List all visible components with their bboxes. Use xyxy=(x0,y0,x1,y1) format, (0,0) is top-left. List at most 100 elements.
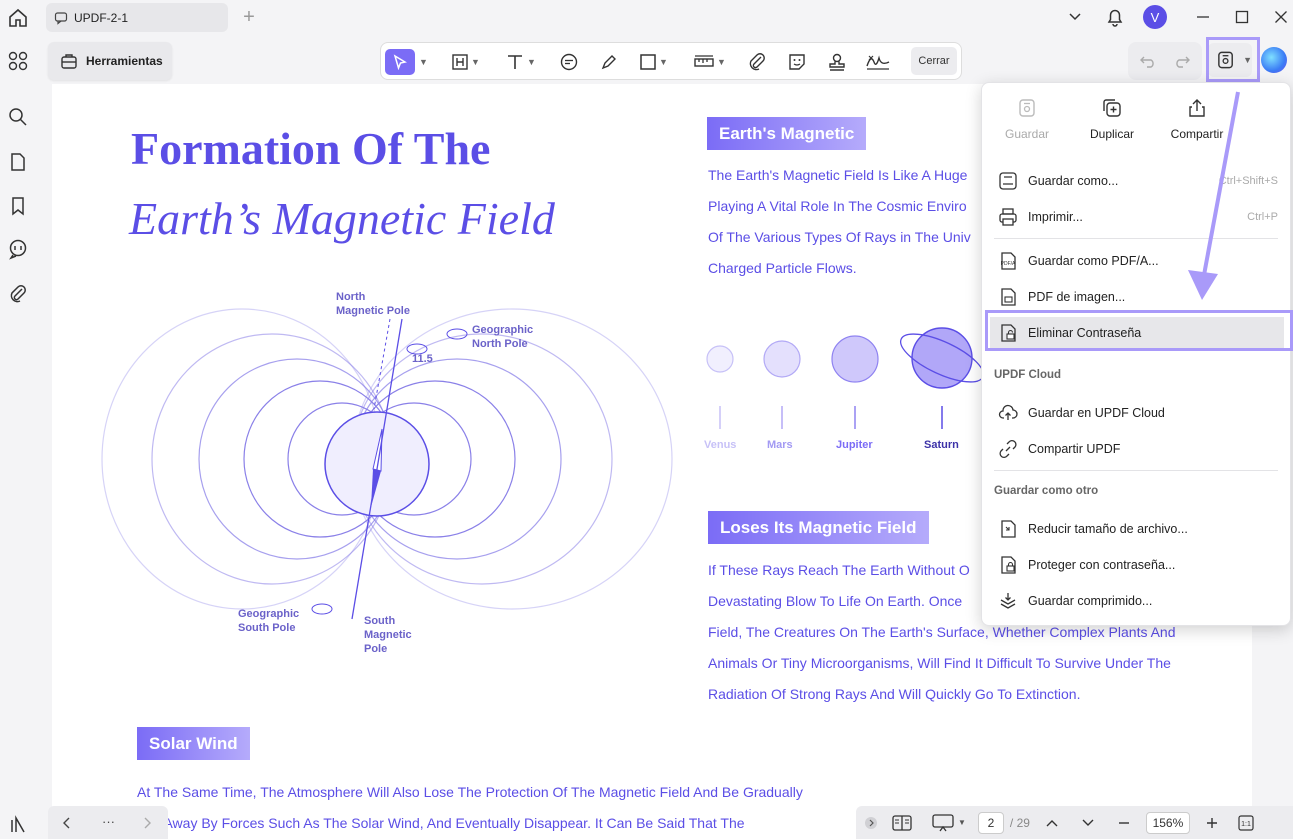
left-sidebar xyxy=(0,38,38,839)
new-tab-button[interactable]: + xyxy=(238,6,260,28)
ruler-icon xyxy=(694,55,714,67)
close-toolbar-button[interactable]: Cerrar xyxy=(911,47,957,75)
annotation-toolbar: ▼ ▼ ▼ ▼ ▼ Cerrar xyxy=(380,42,962,80)
text-tool[interactable]: ▼ xyxy=(505,49,536,75)
tools-label: Herramientas xyxy=(86,54,163,68)
pen-icon xyxy=(601,55,616,70)
tools-button[interactable]: Herramientas xyxy=(48,42,172,80)
signature-tool[interactable] xyxy=(865,49,891,75)
geographic-south-pole-label: Geographic South Pole xyxy=(238,607,299,635)
home-icon[interactable] xyxy=(6,6,30,30)
diagram-label-line: Geographic xyxy=(238,608,300,620)
menu-save-cloud[interactable]: Guardar en UPDF Cloud xyxy=(990,397,1284,429)
chevron-left-icon[interactable] xyxy=(62,817,72,829)
image-pdf-icon xyxy=(1001,288,1016,306)
section-paragraph: The Earth's Magnetic Field Is Like A Hug… xyxy=(708,160,971,284)
chevron-down-icon[interactable]: ▼ xyxy=(958,818,966,827)
page-layout-icon[interactable] xyxy=(892,814,912,831)
diagram-label-line: Geographic xyxy=(472,324,534,336)
diagram-label-line: Magnetic Pole xyxy=(336,305,410,317)
maximize-icon[interactable] xyxy=(1229,4,1255,30)
shape-tool[interactable]: ▼ xyxy=(639,49,668,75)
measure-tool[interactable]: ▼ xyxy=(693,49,726,75)
page-controls: ▼ 2 / 29 156% 1:1 xyxy=(856,806,1293,839)
select-tool[interactable] xyxy=(385,49,415,75)
attachment-icon[interactable] xyxy=(7,283,29,305)
link-icon xyxy=(999,439,1017,459)
menu-divider xyxy=(994,470,1278,471)
document-tab[interactable]: UPDF-2-1 xyxy=(46,3,228,32)
menu-item-label: Guardar como... xyxy=(1028,174,1119,188)
menu-duplicate-button[interactable]: Duplicar xyxy=(1072,97,1152,141)
menu-item-label: Guardar como PDF/A... xyxy=(1028,254,1159,268)
chevron-down-icon[interactable] xyxy=(1082,818,1094,828)
page-total: / 29 xyxy=(1009,815,1030,830)
collapse-icon[interactable] xyxy=(864,816,878,830)
textbox-tool[interactable]: ▼ xyxy=(451,49,480,75)
undo-icon[interactable] xyxy=(1140,54,1156,68)
page-number-input[interactable]: 2 xyxy=(977,811,1004,834)
page-icon[interactable] xyxy=(7,151,29,173)
sticker-tool[interactable] xyxy=(787,49,807,75)
undo-redo-group xyxy=(1128,42,1202,80)
geographic-north-pole-label: Geographic North Pole xyxy=(472,323,533,351)
stamp-tool[interactable] xyxy=(827,49,847,75)
menu-reduce-size[interactable]: Reducir tamaño de archivo... xyxy=(990,513,1284,545)
menu-item-label: Proteger con contraseña... xyxy=(1028,558,1176,572)
lock-file-icon xyxy=(1001,556,1016,574)
svg-text:PDF/A: PDF/A xyxy=(1001,261,1016,267)
comments-icon[interactable] xyxy=(7,238,29,260)
paperclip-icon xyxy=(749,53,765,71)
tab-title: UPDF-2-1 xyxy=(74,10,129,25)
zoom-in-icon[interactable] xyxy=(1206,817,1218,829)
chevron-down-icon[interactable] xyxy=(1062,4,1088,30)
comment-tool[interactable] xyxy=(559,49,579,75)
fit-actual-size-icon[interactable]: 1:1 xyxy=(1238,814,1254,831)
save-as-icon xyxy=(999,172,1017,190)
zoom-out-icon[interactable] xyxy=(1118,817,1130,829)
document-title: Formation Of The xyxy=(131,123,491,174)
layers-icon[interactable] xyxy=(7,814,29,836)
text-line: Charged Particle Flows. xyxy=(708,260,857,276)
more-pages-button[interactable]: ··· xyxy=(102,814,115,829)
diagram-label-line: Pole xyxy=(364,643,388,655)
bell-icon[interactable] xyxy=(1102,4,1128,30)
user-avatar-button[interactable]: V xyxy=(1142,4,1168,30)
stamp-icon xyxy=(829,53,845,71)
toolbox-icon xyxy=(61,54,77,69)
planet-label: Venus xyxy=(704,439,737,451)
bookmark-icon[interactable] xyxy=(7,195,29,217)
zoom-level[interactable]: 156% xyxy=(1145,811,1190,834)
menu-item-label: Guardar en UPDF Cloud xyxy=(1028,406,1165,420)
printer-icon xyxy=(999,208,1017,226)
planets-illustration xyxy=(706,327,984,429)
menu-protect-password[interactable]: Proteger con contraseña... xyxy=(990,549,1284,581)
thumbnails-icon[interactable] xyxy=(7,50,29,72)
compressed-icon xyxy=(1000,593,1016,609)
section-heading: Earth's Magnetic xyxy=(707,117,867,150)
sticker-icon xyxy=(789,54,805,70)
text-line: Playing A Vital Role In The Cosmic Envir… xyxy=(708,198,967,214)
close-icon[interactable] xyxy=(1268,4,1293,30)
title-bar: UPDF-2-1 + V xyxy=(0,0,1293,38)
chevron-down-icon[interactable]: ▼ xyxy=(417,49,428,75)
chevron-right-icon[interactable] xyxy=(142,817,152,829)
redo-icon[interactable] xyxy=(1174,54,1190,68)
ai-assistant-icon[interactable] xyxy=(1261,47,1287,73)
chevron-up-icon[interactable] xyxy=(1046,818,1058,828)
menu-duplicate-label: Duplicar xyxy=(1089,127,1134,141)
pen-tool[interactable] xyxy=(599,49,619,75)
search-icon[interactable] xyxy=(7,106,29,128)
menu-share-updf[interactable]: Compartir UPDF xyxy=(990,433,1284,465)
cursor-icon xyxy=(393,54,407,70)
presentation-icon[interactable] xyxy=(932,813,954,832)
attach-tool[interactable] xyxy=(747,49,767,75)
menu-save-button[interactable]: Guardar xyxy=(987,97,1067,141)
shortcut-label: Ctrl+P xyxy=(1247,211,1278,223)
menu-item-label: Guardar comprimido... xyxy=(1028,594,1153,608)
other-section-header: Guardar como otro xyxy=(994,485,1099,497)
menu-save-compressed[interactable]: Guardar comprimido... xyxy=(990,585,1284,617)
menu-item-label: Imprimir... xyxy=(1028,210,1083,224)
minimize-icon[interactable] xyxy=(1190,4,1216,30)
cloud-section-header: UPDF Cloud xyxy=(994,369,1062,381)
